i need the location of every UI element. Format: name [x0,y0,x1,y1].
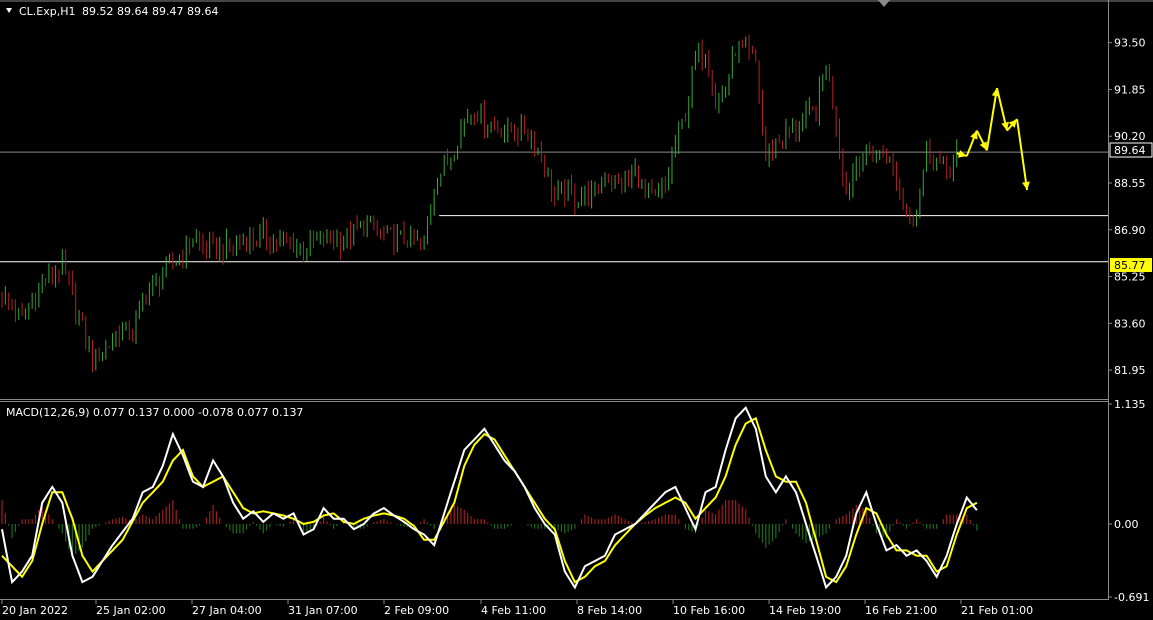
time-tick-label: 27 Jan 04:00 [192,604,262,617]
time-tick-label: 2 Feb 09:00 [384,604,449,617]
price-levels [0,151,1108,263]
trading-chart: CL.Exp,H1 89.52 89.64 89.47 89.64 MACD(1… [0,0,1153,617]
time-axis: 20 Jan 2022 25 Jan 02:00 27 Jan 04:00 31 Ja… [1,600,1033,617]
macd-histogram [1,500,978,558]
current-price-label: 89.64 [1114,144,1146,157]
ohlc-values: 89.52 89.64 89.47 89.64 [82,5,218,18]
macd-signal-line [1,416,978,584]
time-tick-label: 10 Feb 16:00 [673,604,745,617]
price-axis: 93.50 91.85 90.20 88.55 86.90 85.25 83.60 81.95 [1108,37,1146,377]
symbol-menu-icon[interactable] [6,8,12,13]
support-level-label: 85.77 [1114,259,1146,272]
price-tick-label: 93.50 [1114,37,1146,50]
time-tick-label: 14 Feb 19:00 [769,604,841,617]
price-tick-label: 86.90 [1114,224,1146,237]
chart-shift-marker-icon[interactable] [878,0,890,7]
time-tick-label: 25 Jan 02:00 [96,604,166,617]
forecast-segment[interactable] [985,87,998,151]
forecast-zigzag [956,87,1030,191]
symbol-label[interactable]: CL.Exp,H1 [19,5,76,18]
time-tick-label: 4 Feb 11:00 [481,604,546,617]
time-tick-label: 20 Jan 2022 [2,604,68,617]
macd-axis: 1.135 0.00 -0.691 [1108,398,1149,604]
macd-lines [1,405,978,590]
candles [1,34,958,373]
time-tick-label: 31 Jan 07:00 [288,604,358,617]
price-tick-label: 90.20 [1114,130,1146,143]
price-tick-label: 91.85 [1114,83,1146,96]
price-tick-label: 83.60 [1114,317,1146,330]
price-tick-label: 85.25 [1114,271,1146,284]
forecast-segment[interactable] [1016,119,1029,191]
price-tick-label: 81.95 [1114,364,1146,377]
macd-tick-label: 0.00 [1114,518,1139,531]
time-tick-label: 21 Feb 01:00 [961,604,1033,617]
macd-label: MACD(12,26,9) 0.077 0.137 0.000 -0.078 0… [6,406,303,419]
macd-tick-label: 1.135 [1114,398,1146,411]
time-tick-label: 16 Feb 21:00 [865,604,937,617]
price-tick-label: 88.55 [1114,177,1146,190]
macd-tick-label: -0.691 [1114,591,1149,604]
time-tick-label: 8 Feb 14:00 [577,604,642,617]
